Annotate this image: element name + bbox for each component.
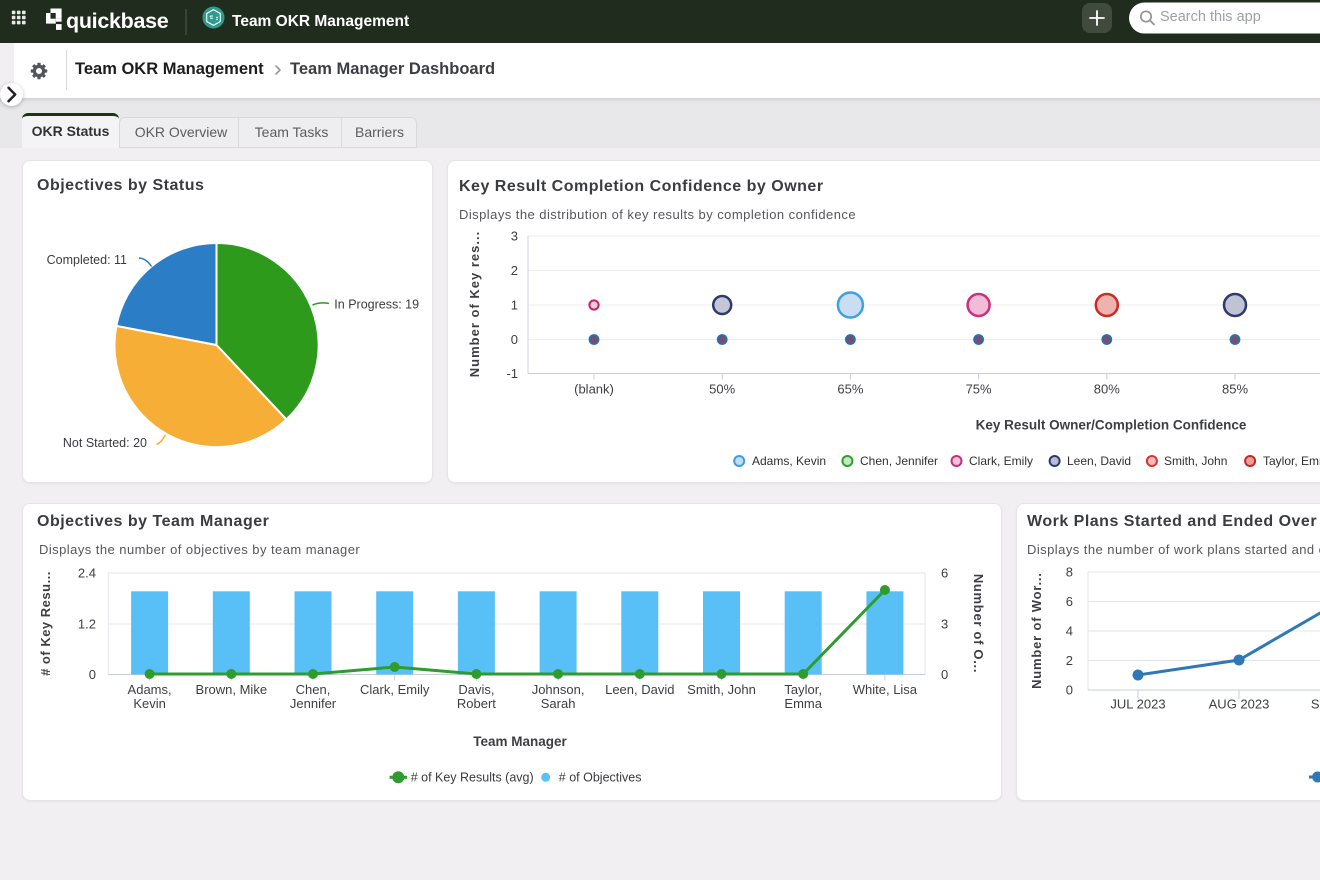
svg-text:Key Result Owner/Completion Co: Key Result Owner/Completion Confidence — [976, 418, 1247, 433]
svg-text:Not Started: 20: Not Started: 20 — [63, 436, 147, 450]
svg-text:1: 1 — [511, 298, 518, 313]
svg-text:Davis,: Davis, — [458, 682, 494, 697]
svg-text:Johnson,: Johnson, — [532, 682, 585, 697]
svg-text:(blank): (blank) — [574, 382, 614, 397]
svg-text:# of Key Results (avg): # of Key Results (avg) — [411, 771, 534, 785]
svg-text:AUG 2023: AUG 2023 — [1209, 697, 1270, 712]
svg-text:6: 6 — [941, 566, 948, 581]
svg-text:8: 8 — [1066, 565, 1073, 580]
svg-text:Leen, David: Leen, David — [605, 682, 674, 697]
svg-text:# of Key Resu...: # of Key Resu... — [38, 571, 53, 676]
svg-text:0: 0 — [511, 332, 518, 347]
svg-text:Taylor, Emma: Taylor, Emma — [1263, 454, 1320, 468]
svg-text:SEP 2023: SEP 2023 — [1311, 697, 1320, 712]
svg-text:White, Lisa: White, Lisa — [853, 682, 918, 697]
svg-text:Jennifer: Jennifer — [290, 696, 337, 711]
svg-text:Number of Key res...: Number of Key res... — [467, 231, 482, 377]
svg-text:In Progress: 19: In Progress: 19 — [334, 298, 419, 312]
svg-text:Completed: 11: Completed: 11 — [47, 253, 127, 267]
svg-text:Kevin: Kevin — [133, 696, 166, 711]
svg-text:-1: -1 — [506, 366, 518, 381]
svg-text:0: 0 — [941, 667, 948, 682]
svg-text:6: 6 — [1066, 594, 1073, 609]
svg-text:2: 2 — [1066, 653, 1073, 668]
svg-text:85%: 85% — [1222, 382, 1248, 397]
svg-text:Number of O...: Number of O... — [971, 574, 986, 673]
svg-text:50%: 50% — [709, 382, 735, 397]
svg-text:Chen,: Chen, — [296, 682, 331, 697]
svg-text:Smith, John: Smith, John — [1164, 454, 1227, 468]
svg-text:Leen, David: Leen, David — [1067, 454, 1131, 468]
svg-text:JUL 2023: JUL 2023 — [1110, 697, 1165, 712]
svg-text:3: 3 — [941, 617, 948, 632]
svg-text:3: 3 — [511, 229, 518, 244]
svg-text:0: 0 — [1066, 683, 1073, 698]
svg-text:2: 2 — [511, 263, 518, 278]
svg-text:Robert: Robert — [457, 696, 496, 711]
svg-text:Number of Wor...: Number of Wor... — [1029, 572, 1044, 689]
svg-text:Adams, Kevin: Adams, Kevin — [752, 454, 826, 468]
svg-text:Adams,: Adams, — [128, 682, 172, 697]
svg-text:Sarah: Sarah — [541, 696, 576, 711]
svg-text:75%: 75% — [966, 382, 992, 397]
svg-text:4: 4 — [1066, 624, 1073, 639]
svg-text:65%: 65% — [837, 382, 863, 397]
svg-text:# of Objectives: # of Objectives — [559, 771, 642, 785]
svg-text:Chen, Jennifer: Chen, Jennifer — [860, 454, 938, 468]
svg-text:80%: 80% — [1094, 382, 1120, 397]
svg-text:Team Manager: Team Manager — [473, 734, 567, 749]
svg-text:Taylor,: Taylor, — [784, 682, 822, 697]
svg-text:1.2: 1.2 — [78, 617, 96, 632]
svg-text:Emma: Emma — [784, 696, 822, 711]
svg-text:Clark, Emily: Clark, Emily — [969, 454, 1033, 468]
svg-text:Smith, John: Smith, John — [687, 682, 756, 697]
svg-text:Brown, Mike: Brown, Mike — [196, 682, 268, 697]
svg-text:2.4: 2.4 — [78, 566, 96, 581]
svg-text:0: 0 — [89, 667, 96, 682]
svg-text:Clark, Emily: Clark, Emily — [360, 682, 430, 697]
